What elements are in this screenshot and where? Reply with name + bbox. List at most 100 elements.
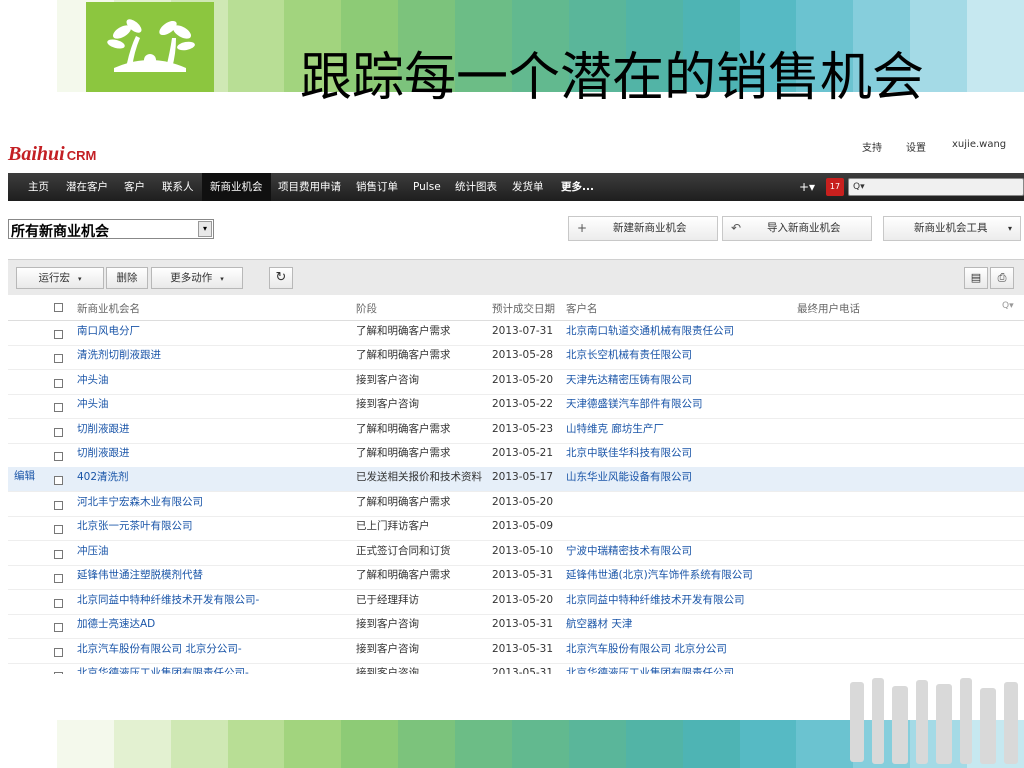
brand-name: Baihui <box>8 143 65 165</box>
row-checkbox[interactable] <box>54 452 63 461</box>
row-checkbox[interactable] <box>54 672 63 674</box>
table-row[interactable]: 切削液跟进 了解和明确客户需求 2013-05-23 山特维克 廊坊生产厂 <box>8 419 1024 444</box>
nav-tab-invoices[interactable]: 发货单 <box>504 173 552 201</box>
row-checkbox[interactable] <box>54 599 63 608</box>
row-edit-link[interactable]: 编辑 <box>14 468 35 483</box>
stage-cell: 已上门拜访客户 <box>356 520 430 532</box>
table-row[interactable]: 北京华德液压工业集团有限责任公司- 接到客户咨询 2013-05-31 北京华德… <box>8 663 1024 674</box>
opportunity-name-link[interactable]: 加德士亮速达AD <box>77 616 155 631</box>
opportunity-name-link[interactable]: 冲头油 <box>77 372 109 387</box>
table-row[interactable]: 冲压油 正式签订合同和订货 2013-05-10 宁波中瑞精密技术有限公司 <box>8 541 1024 566</box>
opportunity-name-link[interactable]: 北京汽车股份有限公司 北京分公司- <box>77 641 242 656</box>
table-row[interactable]: 冲头油 接到客户咨询 2013-05-20 天津先达精密压铸有限公司 <box>8 370 1024 395</box>
table-row[interactable]: 冲头油 接到客户咨询 2013-05-22 天津德盛镁汽车部件有限公司 <box>8 394 1024 419</box>
account-link[interactable]: 北京中联佳华科技有限公司 <box>566 445 692 460</box>
nav-tab-more[interactable]: 更多... <box>553 173 602 201</box>
opportunity-name-link[interactable]: 402清洗剂 <box>77 469 129 484</box>
account-link[interactable]: 北京同益中特种纤维技术开发有限公司 <box>566 592 745 607</box>
close-date-cell: 2013-05-28 <box>492 349 554 361</box>
table-row[interactable]: 编辑 402清洗剂 已发送相关报价和技术资料 2013-05-17 山东华业风能… <box>8 467 1024 492</box>
row-checkbox[interactable] <box>54 403 63 412</box>
nav-tab-pulse[interactable]: Pulse <box>405 173 449 201</box>
row-checkbox[interactable] <box>54 501 63 510</box>
column-search-icon[interactable]: Q▾ <box>1002 301 1014 311</box>
view-selector[interactable]: 所有新商业机会 ▾ <box>8 219 214 240</box>
more-actions-button[interactable]: 更多动作 ▾ <box>151 267 243 289</box>
row-checkbox[interactable] <box>54 623 63 632</box>
nav-tab-expense[interactable]: 项目费用申请 <box>270 173 349 201</box>
support-link[interactable]: 支持 <box>862 139 882 154</box>
account-link[interactable]: 北京汽车股份有限公司 北京分公司 <box>566 641 727 656</box>
list-toolbar: 运行宏 ▾ 删除 更多动作 ▾ ↻ ▤ ⎙ <box>8 259 1024 296</box>
new-opportunity-button[interactable]: + 新建新商业机会 <box>568 216 718 241</box>
quick-create-button[interactable]: +▾ <box>796 178 818 196</box>
settings-link[interactable]: 设置 <box>906 139 926 154</box>
table-row[interactable]: 加德士亮速达AD 接到客户咨询 2013-05-31 航空器材 天津 <box>8 614 1024 639</box>
crm-logo[interactable]: Baihui CRM <box>8 143 96 166</box>
row-checkbox[interactable] <box>54 476 63 485</box>
opportunity-name-link[interactable]: 切削液跟进 <box>77 421 130 436</box>
chevron-down-icon[interactable]: ▾ <box>198 221 212 237</box>
row-checkbox[interactable] <box>54 574 63 583</box>
select-all-checkbox[interactable] <box>54 303 63 312</box>
account-link[interactable]: 延锋伟世通(北京)汽车饰件系统有限公司 <box>566 567 753 582</box>
col-header-stage[interactable]: 阶段 <box>356 301 377 316</box>
delete-button[interactable]: 删除 <box>106 267 148 289</box>
import-opportunity-button[interactable]: ↶ 导入新商业机会 <box>722 216 872 241</box>
opportunity-name-link[interactable]: 河北丰宁宏森木业有限公司 <box>77 494 203 509</box>
calendar-icon[interactable]: 17 <box>826 178 844 196</box>
row-checkbox[interactable] <box>54 330 63 339</box>
row-checkbox[interactable] <box>54 648 63 657</box>
nav-tab-reports[interactable]: 统计图表 <box>447 173 505 201</box>
table-row[interactable]: 延锋伟世通注塑脱模剂代替 了解和明确客户需求 2013-05-31 延锋伟世通(… <box>8 565 1024 590</box>
col-header-name[interactable]: 新商业机会名 <box>77 301 140 316</box>
nav-tab-contacts[interactable]: 联系人 <box>154 173 202 201</box>
nav-tab-accounts[interactable]: 客户 <box>116 173 153 201</box>
table-row[interactable]: 北京张一元茶叶有限公司 已上门拜访客户 2013-05-09 <box>8 516 1024 541</box>
opportunity-tools-button[interactable]: 新商业机会工具 ▾ <box>883 216 1021 241</box>
table-row[interactable]: 河北丰宁宏森木业有限公司 了解和明确客户需求 2013-05-20 <box>8 492 1024 517</box>
table-row[interactable]: 切削液跟进 了解和明确客户需求 2013-05-21 北京中联佳华科技有限公司 <box>8 443 1024 468</box>
account-link[interactable]: 山特维克 廊坊生产厂 <box>566 421 664 436</box>
account-link[interactable]: 航空器材 天津 <box>566 616 632 631</box>
account-link[interactable]: 北京南口轨道交通机械有限责任公司 <box>566 323 734 338</box>
account-link[interactable]: 山东华业风能设备有限公司 <box>566 469 692 484</box>
opportunity-name-link[interactable]: 切削液跟进 <box>77 445 130 460</box>
row-checkbox[interactable] <box>54 550 63 559</box>
opportunity-name-link[interactable]: 南口风电分厂 <box>77 323 140 338</box>
columns-icon[interactable]: ▤ <box>964 267 988 289</box>
row-checkbox[interactable] <box>54 525 63 534</box>
nav-tab-opportunities[interactable]: 新商业机会 <box>202 173 271 201</box>
print-icon[interactable]: ⎙ <box>990 267 1014 289</box>
col-header-account[interactable]: 客户名 <box>566 301 598 316</box>
opportunity-name-link[interactable]: 清洗剂切削液跟进 <box>77 347 161 362</box>
account-link[interactable]: 天津先达精密压铸有限公司 <box>566 372 692 387</box>
opportunity-name-link[interactable]: 冲压油 <box>77 543 109 558</box>
nav-tab-sales-orders[interactable]: 销售订单 <box>348 173 406 201</box>
table-row[interactable]: 北京同益中特种纤维技术开发有限公司- 已于经理拜访 2013-05-20 北京同… <box>8 590 1024 615</box>
global-search-input[interactable]: Q▾ <box>848 178 1024 196</box>
col-header-close-date[interactable]: 预计成交日期 <box>492 301 555 316</box>
refresh-icon[interactable]: ↻ <box>269 267 293 289</box>
table-row[interactable]: 北京汽车股份有限公司 北京分公司- 接到客户咨询 2013-05-31 北京汽车… <box>8 639 1024 664</box>
row-checkbox[interactable] <box>54 379 63 388</box>
account-link[interactable]: 北京长空机械有责任限公司 <box>566 347 692 362</box>
opportunity-name-link[interactable]: 冲头油 <box>77 396 109 411</box>
run-macro-button[interactable]: 运行宏 ▾ <box>16 267 104 289</box>
row-checkbox[interactable] <box>54 428 63 437</box>
nav-tab-leads[interactable]: 潜在客户 <box>58 173 116 201</box>
row-checkbox[interactable] <box>54 354 63 363</box>
account-link[interactable]: 北京华德液压工业集团有限责任公司 <box>566 665 734 674</box>
account-link[interactable]: 天津德盛镁汽车部件有限公司 <box>566 396 703 411</box>
nav-tab-home[interactable]: 主页 <box>20 173 57 201</box>
opportunity-name-link[interactable]: 北京张一元茶叶有限公司 <box>77 518 193 533</box>
table-row[interactable]: 南口风电分厂 了解和明确客户需求 2013-07-31 北京南口轨道交通机械有限… <box>8 321 1024 346</box>
opportunity-name-link[interactable]: 延锋伟世通注塑脱模剂代替 <box>77 567 203 582</box>
user-link[interactable]: xujie.wang <box>952 139 1006 150</box>
table-row[interactable]: 清洗剂切削液跟进 了解和明确客户需求 2013-05-28 北京长空机械有责任限… <box>8 345 1024 370</box>
account-link[interactable]: 宁波中瑞精密技术有限公司 <box>566 543 692 558</box>
close-date-cell: 2013-07-31 <box>492 325 554 337</box>
col-header-last-phone[interactable]: 最终用户电话 <box>797 301 860 316</box>
opportunity-name-link[interactable]: 北京同益中特种纤维技术开发有限公司- <box>77 592 259 607</box>
opportunity-name-link[interactable]: 北京华德液压工业集团有限责任公司- <box>77 665 249 674</box>
